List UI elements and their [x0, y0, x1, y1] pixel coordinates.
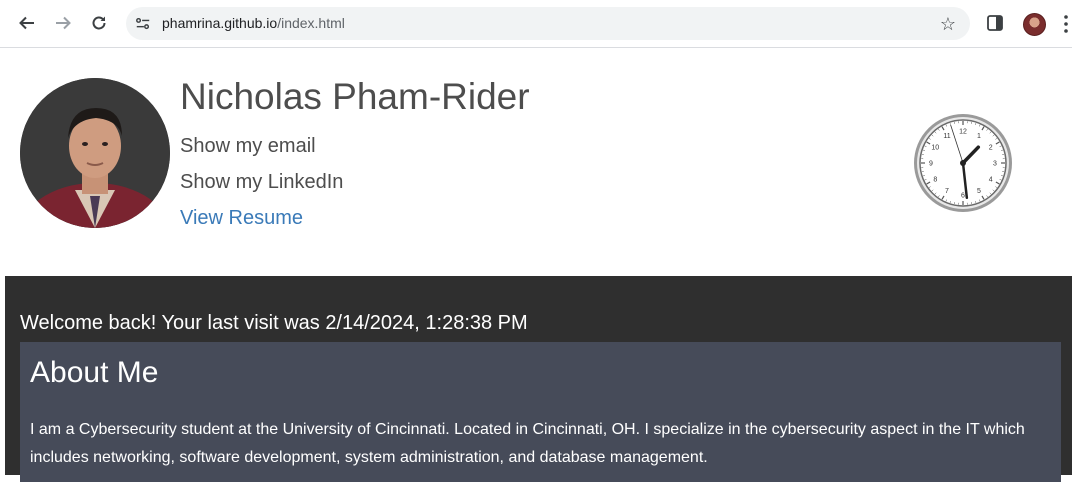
clock-numeral: 11 — [943, 133, 950, 140]
page-content: Nicholas Pham-Rider Show my email Show m… — [5, 48, 1072, 475]
clock-numeral: 12 — [959, 129, 967, 136]
clock-numeral: 5 — [977, 188, 981, 195]
side-panel-icon[interactable] — [986, 14, 1004, 32]
clock-center-pin — [960, 160, 966, 166]
main-section: Welcome back! Your last visit was 2/14/2… — [5, 276, 1072, 475]
show-linkedin-link[interactable]: Show my LinkedIn — [180, 171, 343, 194]
back-arrow-icon[interactable] — [13, 9, 41, 37]
clock-numeral: 8 — [933, 177, 937, 184]
url-text: phamrina.github.io/index.html — [162, 15, 345, 31]
address-bar[interactable]: phamrina.github.io/index.html ☆ — [126, 7, 970, 40]
show-email-link[interactable]: Show my email — [180, 135, 316, 158]
about-me-card: About Me I am a Cybersecurity student at… — [20, 342, 1061, 482]
clock-numeral: 1 — [977, 133, 981, 140]
url-host: phamrina.github.io — [162, 15, 277, 31]
about-text: I am a Cybersecurity student at the Univ… — [30, 416, 1050, 472]
clock-numeral: 9 — [929, 161, 933, 168]
about-heading: About Me — [30, 356, 158, 390]
site-info-icon[interactable] — [134, 15, 152, 33]
url-path: /index.html — [277, 15, 345, 31]
menu-kebab-icon[interactable] — [1063, 14, 1069, 34]
analog-clock: 121234567891011 — [912, 112, 1014, 214]
clock-numeral: 3 — [993, 161, 997, 168]
bookmark-star-icon[interactable]: ☆ — [938, 14, 958, 34]
profile-avatar-icon[interactable] — [1023, 13, 1046, 36]
clock-numeral: 6 — [961, 193, 965, 200]
browser-toolbar: phamrina.github.io/index.html ☆ — [0, 0, 1072, 48]
welcome-message: Welcome back! Your last visit was 2/14/2… — [20, 312, 528, 335]
clock-numeral: 4 — [989, 177, 993, 184]
forward-arrow-icon[interactable] — [49, 9, 77, 37]
page-title: Nicholas Pham-Rider — [180, 76, 530, 118]
clock-numeral: 2 — [989, 145, 993, 152]
profile-header: Nicholas Pham-Rider Show my email Show m… — [5, 48, 1072, 276]
profile-photo — [20, 78, 170, 228]
view-resume-link[interactable]: View Resume — [180, 207, 303, 230]
clock-numeral: 10 — [931, 145, 939, 152]
reload-icon[interactable] — [85, 9, 113, 37]
clock-numeral: 7 — [945, 188, 949, 195]
